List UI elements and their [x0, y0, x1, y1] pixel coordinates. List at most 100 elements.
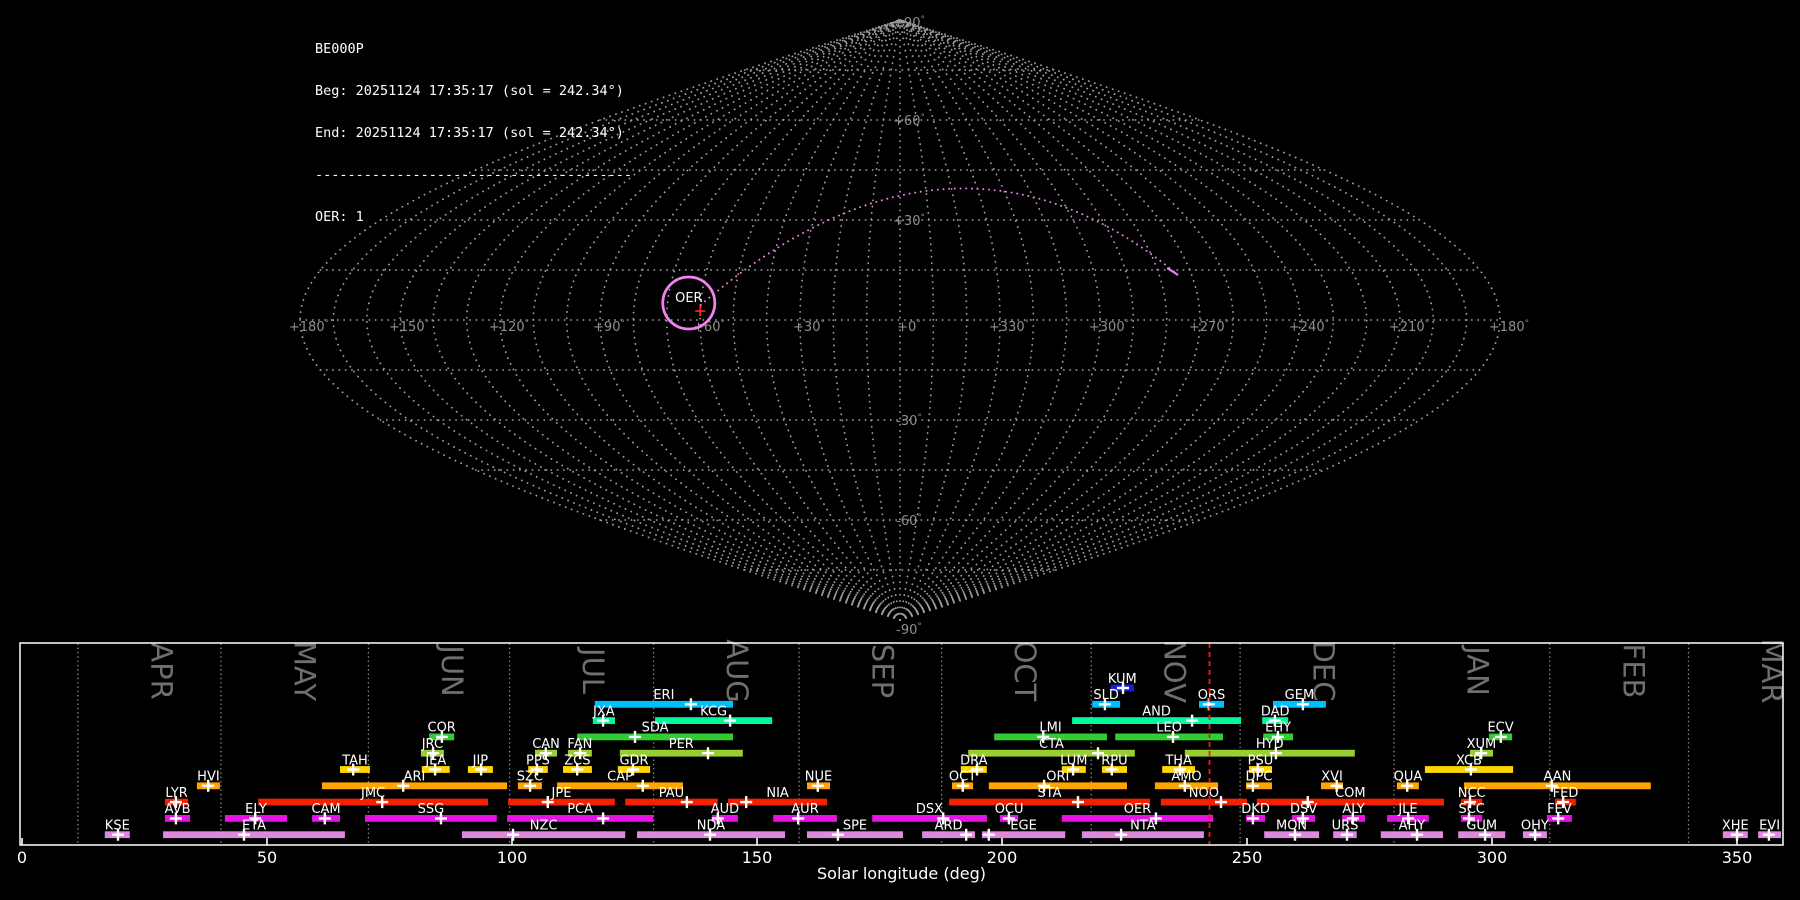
- shower-code-label: KCG: [700, 704, 727, 719]
- peak-marker: [702, 747, 714, 760]
- x-axis-tick-label: 150: [742, 848, 773, 867]
- latitude-label: +30°: [893, 213, 925, 229]
- shower-code-label: CTA: [1039, 737, 1064, 752]
- shower-code-label: ARI: [404, 770, 426, 785]
- longitude-label: +180°: [1489, 319, 1529, 335]
- radiant-map-and-activity-plot: +180° +150° +120° +90° +60° +30° +0° +330° +300°…: [17, 15, 1789, 883]
- shower-code-label: OER: [1124, 802, 1151, 817]
- peak-marker: [1115, 828, 1128, 841]
- longitude-label: +300°: [1089, 319, 1129, 335]
- shower-code-label: COM: [1335, 786, 1366, 801]
- shower-code-label: ERI: [653, 688, 674, 703]
- shower-activity-bars: KUMERI SLD ORS GEMJXA KCG AND DADCOR SDA LMI LEO E…: [104, 672, 1782, 841]
- shower-entry-SSG: SSG: [365, 802, 497, 825]
- shower-entry-JXA: JXA: [592, 704, 615, 727]
- x-axis-tick-label: 200: [987, 848, 1018, 867]
- shower-entry-AVB: AVB: [165, 802, 191, 825]
- shower-entry-ORS: ORS: [1198, 688, 1226, 711]
- shower-code-label: THA: [1164, 753, 1192, 768]
- shower-code-label: ORS: [1198, 688, 1226, 703]
- shower-entry-MON: MON: [1264, 819, 1320, 841]
- shower-code-label: GEM: [1285, 688, 1315, 703]
- shower-code-label: CAP: [607, 770, 633, 785]
- x-axis-tick-label: 100: [497, 848, 528, 867]
- drift-curve-tip: [1166, 267, 1179, 276]
- selected-shower-marker: OER: [661, 275, 717, 331]
- shower-entry-KSE: KSE: [104, 819, 130, 841]
- shower-entry-HVI: HVI: [196, 770, 220, 792]
- shower-entry-NOO: NOO: [1160, 786, 1247, 809]
- peak-marker: [636, 779, 649, 792]
- shower-entry-OHY: OHY: [1521, 819, 1549, 841]
- shower-code-label: FED: [1553, 786, 1579, 801]
- shower-code-label: AMO: [1171, 770, 1201, 785]
- station-code: BE000P: [315, 41, 364, 57]
- shower-code-label: NZC: [530, 819, 558, 834]
- shower-entry-CAM: CAM: [311, 802, 341, 825]
- shower-entry-NZC: NZC: [462, 819, 626, 841]
- peak-marker: [507, 828, 519, 841]
- longitude-label: +270°: [1189, 319, 1229, 335]
- shower-entry-LEO: LEO: [1115, 721, 1223, 743]
- shower-entry-NUE: NUE: [805, 770, 832, 792]
- shower-entry-QUA: QUA: [1394, 770, 1422, 792]
- shower-code-label: DRA: [960, 753, 988, 768]
- peak-marker: [1186, 714, 1199, 727]
- meridian-line: [865, 19, 901, 621]
- radiant-cross-icon: [695, 306, 706, 316]
- shower-code-label: EGE: [1010, 819, 1037, 834]
- shower-code-label: ETA: [242, 819, 266, 834]
- month-label: MAY: [287, 641, 321, 702]
- shower-entry-JMC: JMC: [258, 786, 488, 809]
- shower-code-label: PAU: [659, 786, 684, 801]
- shower-entry-ETA: ETA: [163, 819, 345, 841]
- latitude-label: -90°: [896, 622, 922, 638]
- begin-time-line: Beg: 20251124 17:35:17 (sol = 242.34°): [315, 83, 624, 99]
- shower-code-label: TAH: [341, 753, 368, 768]
- longitude-label: +210°: [1389, 319, 1429, 335]
- meridian-line: [899, 19, 1468, 621]
- meteor-shower-activity-screen: +180° +150° +120° +90° +60° +30° +0° +330° +300°…: [0, 0, 1800, 900]
- peak-marker: [1072, 796, 1084, 809]
- shower-code-label: AVB: [165, 802, 191, 817]
- month-label: NOV: [1158, 639, 1192, 703]
- shower-code-label: NIA: [766, 786, 789, 801]
- x-axis-title: Solar longitude (deg): [817, 864, 986, 883]
- latitude-label: +60°: [893, 113, 925, 129]
- shower-code-label: JRC: [421, 737, 443, 752]
- x-axis-tick-label: 250: [1232, 848, 1263, 867]
- longitude-label: +150°: [389, 319, 429, 335]
- x-axis-tick-label: 0: [17, 848, 27, 867]
- shower-entry-EGE: EGE: [981, 819, 1066, 841]
- shower-highlight-label: OER: [675, 291, 702, 306]
- shower-code-label: MON: [1276, 819, 1307, 834]
- shower-code-label: AUR: [791, 802, 818, 817]
- shower-entry-TAH: TAH: [340, 753, 370, 776]
- shower-code-label: URS: [1332, 819, 1359, 834]
- peak-marker: [597, 812, 610, 825]
- shower-code-label: GUM: [1466, 819, 1497, 834]
- shower-entry-DPC: DPC: [1246, 770, 1272, 792]
- shower-code-label: SCC: [1458, 802, 1484, 817]
- shower-code-label: STA: [1037, 786, 1061, 801]
- drift-dotted-curve: [699, 187, 1180, 306]
- shower-code-label: AUD: [711, 802, 739, 817]
- shower-code-label: ORI: [1046, 770, 1069, 785]
- shower-code-label: AHY: [1399, 819, 1426, 834]
- longitude-label: +90°: [593, 319, 625, 335]
- shower-entry-JPE: JPE: [508, 786, 615, 809]
- shower-entry-AHY: AHY: [1380, 819, 1443, 841]
- x-axis-tick-label: 50: [257, 848, 277, 867]
- shower-count-line: OER: 1: [315, 209, 364, 225]
- shower-code-label: XVI: [1321, 770, 1343, 785]
- shower-entry-ARI: ARI: [321, 770, 508, 792]
- shower-code-label: DKD: [1241, 802, 1270, 817]
- month-label: AUG: [720, 639, 754, 703]
- shower-entry-URS: URS: [1332, 819, 1359, 841]
- peak-marker: [684, 698, 697, 711]
- month-label: SEP: [866, 644, 900, 698]
- shower-entry-RPU: RPU: [1101, 753, 1128, 776]
- x-axis-tick-label: 350: [1722, 848, 1753, 867]
- shower-code-label: AAN: [1543, 770, 1571, 785]
- month-label: JAN: [1461, 644, 1495, 696]
